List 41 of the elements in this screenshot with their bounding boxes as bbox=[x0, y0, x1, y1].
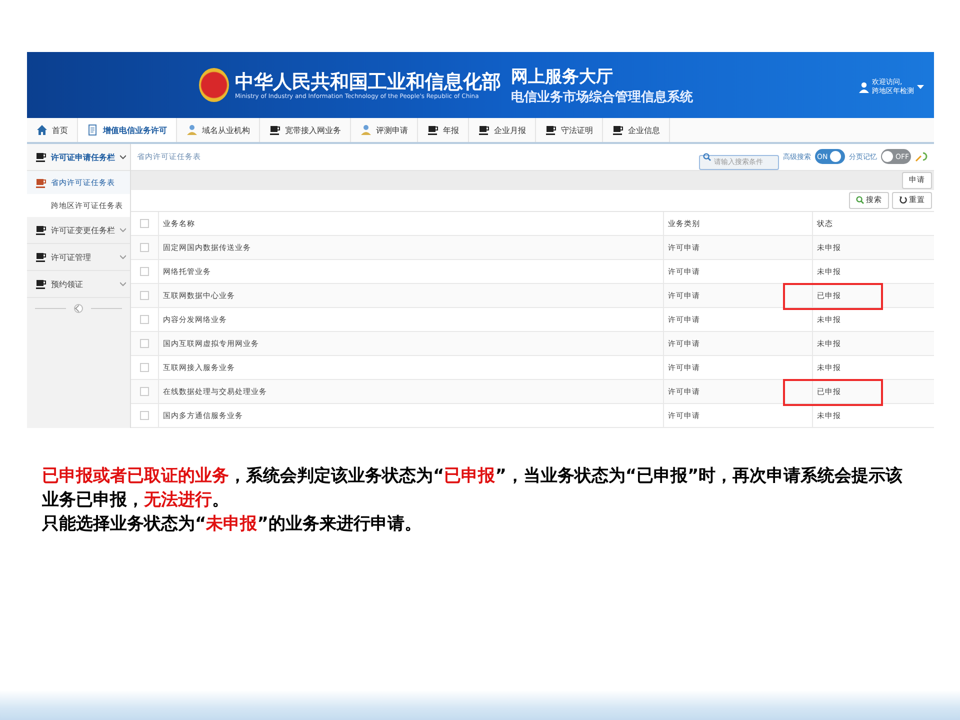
emblem-icon bbox=[199, 68, 229, 102]
cup-icon bbox=[269, 124, 281, 136]
cup-icon bbox=[35, 151, 47, 163]
person-icon bbox=[186, 124, 198, 136]
cup-icon bbox=[35, 176, 47, 188]
nav-tab[interactable]: 增值电信业务许可 bbox=[78, 118, 177, 142]
row-checkbox[interactable] bbox=[140, 315, 149, 324]
document-icon bbox=[87, 124, 99, 136]
row-checkbox[interactable] bbox=[140, 339, 149, 348]
row-checkbox[interactable] bbox=[140, 243, 149, 252]
cup-icon bbox=[478, 124, 490, 136]
caret-icon[interactable] bbox=[917, 84, 924, 90]
reset-icon bbox=[899, 196, 907, 204]
chevron-icon bbox=[120, 154, 126, 160]
sidebar-group[interactable]: 许可证申请任务栏 bbox=[27, 144, 130, 171]
search-icon bbox=[856, 196, 864, 204]
cup-icon bbox=[612, 124, 624, 136]
person-icon bbox=[360, 124, 372, 136]
chevron-icon bbox=[120, 227, 126, 233]
cup-icon bbox=[545, 124, 557, 136]
collapse-button[interactable] bbox=[74, 304, 83, 312]
ministry-title: 中华人民共和国工业和信息化部 bbox=[235, 70, 501, 92]
service-hall-title: 网上服务大厅 bbox=[511, 66, 614, 88]
select-all-checkbox[interactable] bbox=[140, 219, 149, 228]
caption-text: 只能选择业务状态为“未申报”的业务来进行申请。 bbox=[42, 513, 422, 536]
row-checkbox[interactable] bbox=[140, 363, 149, 372]
cup-icon bbox=[35, 278, 47, 290]
row-checkbox[interactable] bbox=[140, 291, 149, 300]
system-title: 电信业务市场综合管理信息系统 bbox=[511, 88, 693, 106]
house-icon bbox=[36, 124, 48, 136]
caption-text: 已申报或者已取证的业务，系统会判定该业务状态为“已申报”，当业务状态为“已申报”时，再次申请系统会提示该业务已申报，无法进行。 bbox=[42, 465, 904, 512]
chevron-icon bbox=[120, 281, 126, 287]
chevron-icon bbox=[120, 254, 126, 260]
row-checkbox[interactable] bbox=[140, 411, 149, 420]
row-checkbox[interactable] bbox=[140, 387, 149, 396]
cup-icon bbox=[35, 251, 47, 263]
user-icon bbox=[859, 82, 869, 92]
cup-icon bbox=[35, 224, 47, 236]
row-checkbox[interactable] bbox=[140, 267, 149, 276]
refresh-icon[interactable] bbox=[915, 151, 928, 162]
cup-icon bbox=[427, 124, 439, 136]
